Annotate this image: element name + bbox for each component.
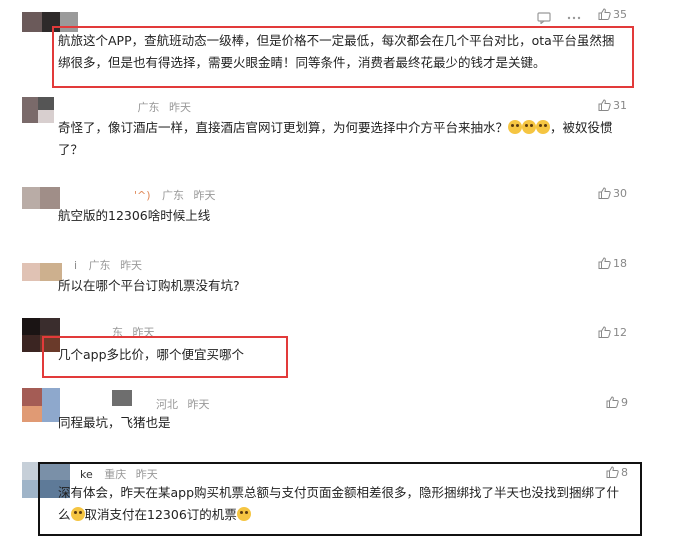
like-count: 30 <box>613 187 627 200</box>
comment-text: 同程最坑，飞猪也是 <box>58 415 171 430</box>
like-button[interactable]: 30 <box>598 187 627 200</box>
comment-item: i 广东 昨天 18 所以在哪个平台订购机票没有坑? <box>0 253 674 303</box>
region: 广东 <box>162 189 185 202</box>
comment-meta: i 广东 昨天 <box>74 257 142 273</box>
like-count: 12 <box>613 326 627 339</box>
username[interactable]: ke <box>80 468 93 481</box>
comment-bubble-icon[interactable] <box>537 9 551 25</box>
like-count: 31 <box>613 99 627 112</box>
comment-meta: 东 昨天 <box>112 324 155 340</box>
comment-item: 东 昨天 12 几个app多比价，哪个便宜买哪个 <box>0 318 674 378</box>
laugh-emoji-icon <box>536 120 551 134</box>
like-count: 18 <box>613 257 627 270</box>
region: 重庆 <box>104 468 127 481</box>
more-dots-icon[interactable] <box>567 9 581 21</box>
comment-meta: ke 重庆 昨天 <box>80 466 158 482</box>
username[interactable]: '^) <box>134 189 151 202</box>
like-button[interactable]: 18 <box>598 257 627 270</box>
comment-text: 航旅这个APP，查航班动态一级棒，但是价格不一定最低，每次都会在几个平台对比，o… <box>58 33 615 70</box>
timestamp: 昨天 <box>120 259 143 272</box>
thumbs-up-icon <box>598 257 611 269</box>
comment-text: 深有体会，昨天在某app购买机票总额与支付页面金额相差很多，隐形捆绑找了半天也没… <box>58 482 630 526</box>
comment-item: '^) 广东 昨天 30 航空版的12306啥时候上线 <box>0 185 674 235</box>
avatar[interactable] <box>22 97 54 123</box>
sweat-emoji-icon <box>70 507 85 521</box>
like-count: 9 <box>621 396 628 409</box>
thumbs-up-icon <box>598 99 611 111</box>
comment-meta: 河北 昨天 <box>156 396 210 412</box>
grin-emoji-icon <box>522 120 537 134</box>
thumbs-up-icon <box>606 396 619 408</box>
region: 河北 <box>156 398 178 411</box>
thumbs-up-icon <box>606 466 619 478</box>
region: 广东 <box>137 101 160 114</box>
like-count: 8 <box>621 466 628 479</box>
like-button[interactable]: 9 <box>606 396 628 409</box>
comment-item: 河北 昨天 9 同程最坑，飞猪也是 <box>0 388 674 448</box>
avatar[interactable] <box>22 263 62 281</box>
comment-text-part: 奇怪了，像订酒店一样，直接酒店官网订更划算，为何要选择中介方平台来抽水？ <box>58 120 509 135</box>
timestamp: 昨天 <box>132 326 155 339</box>
comment-meta: '^) 广东 昨天 <box>134 187 216 203</box>
avatar[interactable] <box>22 12 78 32</box>
thumbs-up-icon <box>598 326 611 338</box>
comment-text: 几个app多比价，哪个便宜买哪个 <box>58 347 245 362</box>
like-count: 35 <box>613 8 627 21</box>
comment-item: 35 航旅这个APP，查航班动态一级棒，但是价格不一定最低，每次都会在几个平台对… <box>0 0 674 88</box>
comment-text: 奇怪了，像订酒店一样，直接酒店官网订更划算，为何要选择中介方平台来抽水？ ，被奴役… <box>58 117 626 161</box>
like-button[interactable]: 12 <box>598 326 627 339</box>
comment-text: 航空版的12306啥时候上线 <box>58 208 211 223</box>
region: 东 <box>112 326 123 339</box>
comment-text: 所以在哪个平台订购机票没有坑? <box>58 278 240 293</box>
timestamp: 昨天 <box>135 468 158 481</box>
comment-text-part: 取消支付在12306订的机票 <box>84 507 237 522</box>
thumbs-up-icon <box>598 8 611 20</box>
like-button[interactable]: 35 <box>598 8 627 21</box>
comment-item: ke 重庆 昨天 8 深有体会，昨天在某app购买机票总额与支付页面金额相差很多… <box>0 458 674 538</box>
grin-emoji-icon <box>236 507 251 521</box>
timestamp: 昨天 <box>187 398 210 411</box>
region: 广东 <box>88 259 111 272</box>
timestamp: 昨天 <box>193 189 216 202</box>
like-button[interactable]: 8 <box>606 466 628 479</box>
comment-meta: 广东 昨天 <box>62 99 192 115</box>
laugh-emoji-icon <box>508 120 523 134</box>
thumbs-up-icon <box>598 187 611 199</box>
username[interactable]: i <box>74 259 77 272</box>
like-button[interactable]: 31 <box>598 99 627 112</box>
comment-item: 广东 昨天 31 奇怪了，像订酒店一样，直接酒店官网订更划算，为何要选择中介方平… <box>0 95 674 165</box>
avatar[interactable] <box>22 318 60 352</box>
timestamp: 昨天 <box>169 101 191 114</box>
avatar[interactable] <box>22 187 60 209</box>
